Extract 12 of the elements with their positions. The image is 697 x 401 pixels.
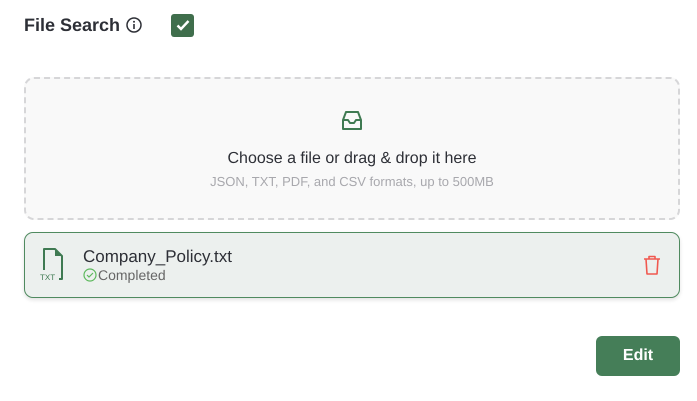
file-name: Company_Policy.txt — [83, 247, 233, 267]
check-circle-icon — [83, 268, 97, 282]
info-icon[interactable] — [126, 17, 142, 33]
format-hint: JSON, TXT, PDF, and CSV formats, up to 500MB — [210, 174, 494, 189]
inbox-icon — [340, 110, 364, 132]
section-title: File Search — [24, 14, 120, 36]
trash-icon[interactable] — [643, 255, 661, 275]
upload-prompt: Choose a file or drag & drop it here — [227, 150, 477, 168]
file-status: Completed — [98, 267, 166, 283]
edit-button[interactable]: Edit — [596, 336, 680, 376]
drop-zone[interactable]: Choose a file or drag & drop it here JSON, TXT, PDF, and CSV formats, up to 500MB — [24, 77, 680, 220]
checkbox[interactable] — [171, 14, 194, 36]
